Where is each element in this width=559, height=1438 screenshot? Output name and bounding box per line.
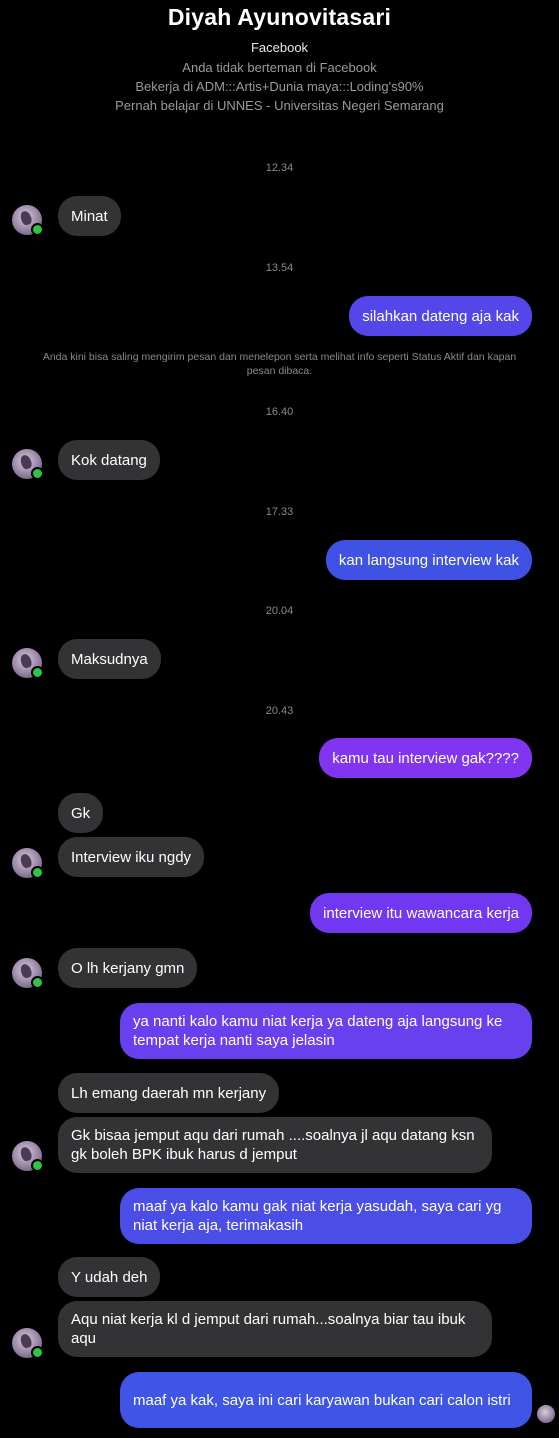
online-indicator [31, 976, 44, 989]
education-info: Pernah belajar di UNNES - Universitas Ne… [115, 98, 444, 113]
timestamp: 13.54 [265, 262, 294, 274]
timestamp: 16.40 [265, 406, 294, 418]
online-indicator [31, 1346, 44, 1359]
incoming-message[interactable]: Interview iku ngdy [58, 837, 205, 877]
timestamp: 20.04 [265, 605, 294, 617]
contact-avatar[interactable] [12, 449, 44, 480]
contact-name[interactable]: Diyah Ayunovitasari [0, 4, 559, 31]
incoming-message[interactable]: Y udah deh [58, 1257, 161, 1297]
outgoing-message[interactable]: interview itu wawancara kerja [310, 893, 532, 933]
incoming-message[interactable]: Lh emang daerah mn kerjany [58, 1073, 280, 1113]
platform-label: Facebook [250, 40, 309, 55]
online-indicator [31, 1159, 44, 1172]
incoming-message[interactable]: Gk [58, 793, 104, 833]
incoming-message[interactable]: Maksudnya [58, 639, 161, 679]
contact-avatar[interactable] [12, 1141, 44, 1172]
friend-status: Anda tidak berteman di Facebook [182, 60, 377, 75]
outgoing-message[interactable]: maaf ya kak, saya ini cari karyawan buka… [120, 1372, 532, 1428]
timestamp: 17.33 [265, 506, 294, 518]
contact-avatar[interactable] [12, 1328, 44, 1359]
privacy-notice: Anda kini bisa saling mengirim pesan dan… [42, 351, 517, 377]
online-indicator [31, 666, 44, 679]
contact-avatar[interactable] [12, 848, 44, 879]
online-indicator [31, 866, 44, 879]
seen-avatar [537, 1405, 555, 1423]
outgoing-message[interactable]: ya nanti kalo kamu niat kerja ya dateng … [120, 1003, 532, 1059]
incoming-message[interactable]: Minat [58, 196, 121, 236]
incoming-message[interactable]: O lh kerjany gmn [58, 948, 198, 988]
contact-avatar[interactable] [12, 648, 44, 679]
incoming-message[interactable]: Aqu niat kerja kl d jemput dari rumah...… [58, 1301, 492, 1357]
outgoing-message[interactable]: kamu tau interview gak???? [319, 738, 532, 778]
timestamp: 12.34 [265, 162, 294, 174]
contact-avatar[interactable] [12, 205, 44, 236]
outgoing-message[interactable]: maaf ya kalo kamu gak niat kerja yasudah… [120, 1188, 532, 1244]
contact-avatar[interactable] [12, 958, 44, 989]
outgoing-message[interactable]: silahkan dateng aja kak [349, 296, 532, 336]
online-indicator [31, 223, 44, 236]
outgoing-message[interactable]: kan langsung interview kak [325, 540, 532, 580]
online-indicator [31, 467, 44, 480]
incoming-message[interactable]: Kok datang [58, 440, 160, 480]
timestamp: 20.43 [265, 705, 294, 717]
work-info: Bekerja di ADM:::Artis+Dunia maya:::Lodi… [135, 79, 424, 94]
incoming-message[interactable]: Gk bisaa jemput aqu dari rumah ....soaln… [58, 1117, 492, 1173]
